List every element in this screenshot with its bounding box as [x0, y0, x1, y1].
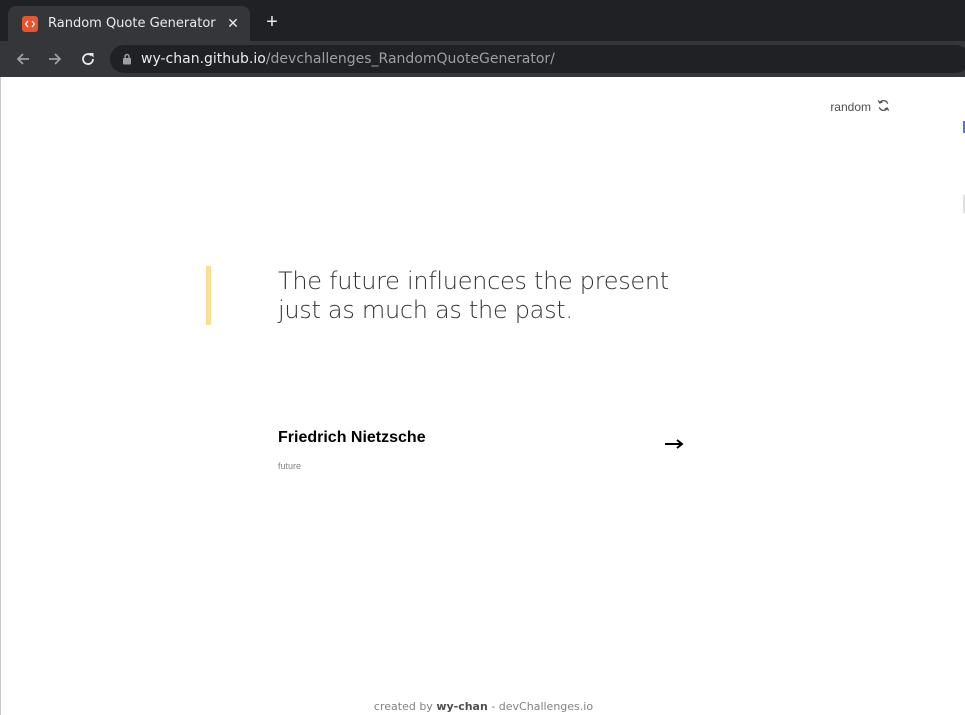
- url-host: wy-chan.github.io: [141, 51, 266, 67]
- footer-separator: -: [487, 700, 499, 713]
- tab-title: Random Quote Generator: [48, 16, 216, 31]
- lock-icon: [122, 53, 132, 65]
- random-label: random: [830, 100, 871, 114]
- footer-site-link[interactable]: devChallenges.io: [499, 700, 593, 713]
- quote-accent-bar: [206, 266, 211, 325]
- author-name: Friedrich Nietzsche: [278, 429, 426, 446]
- favicon-icon: [22, 15, 38, 32]
- quote-genre: future: [278, 461, 302, 471]
- arrow-right-icon: [664, 437, 684, 455]
- browser-toolbar: wy-chan.github.io/devchallenges_RandomQu…: [0, 41, 965, 77]
- browser-tab-bar: Random Quote Generator ✕ +: [0, 0, 965, 41]
- url-path: /devchallenges_RandomQuoteGenerator/: [265, 51, 555, 67]
- page-content: random The future influences the present…: [0, 77, 965, 715]
- forward-icon[interactable]: [44, 48, 66, 70]
- back-icon[interactable]: [12, 48, 34, 70]
- random-button[interactable]: random: [830, 99, 890, 115]
- new-tab-button[interactable]: +: [262, 12, 282, 32]
- author-card[interactable]: Friedrich Nietzsche future: [278, 427, 688, 477]
- footer-prefix: created by: [373, 700, 433, 713]
- address-bar[interactable]: wy-chan.github.io/devchallenges_RandomQu…: [110, 45, 965, 73]
- footer: created by wy-chan - devChallenges.io: [1, 700, 965, 713]
- browser-tab[interactable]: Random Quote Generator ✕: [8, 6, 250, 41]
- reload-icon[interactable]: [77, 48, 99, 70]
- close-tab-icon[interactable]: ✕: [224, 14, 242, 32]
- footer-author-link[interactable]: wy-chan: [436, 700, 488, 713]
- refresh-icon: [877, 99, 890, 115]
- quote-text: The future influences the present just a…: [278, 267, 669, 324]
